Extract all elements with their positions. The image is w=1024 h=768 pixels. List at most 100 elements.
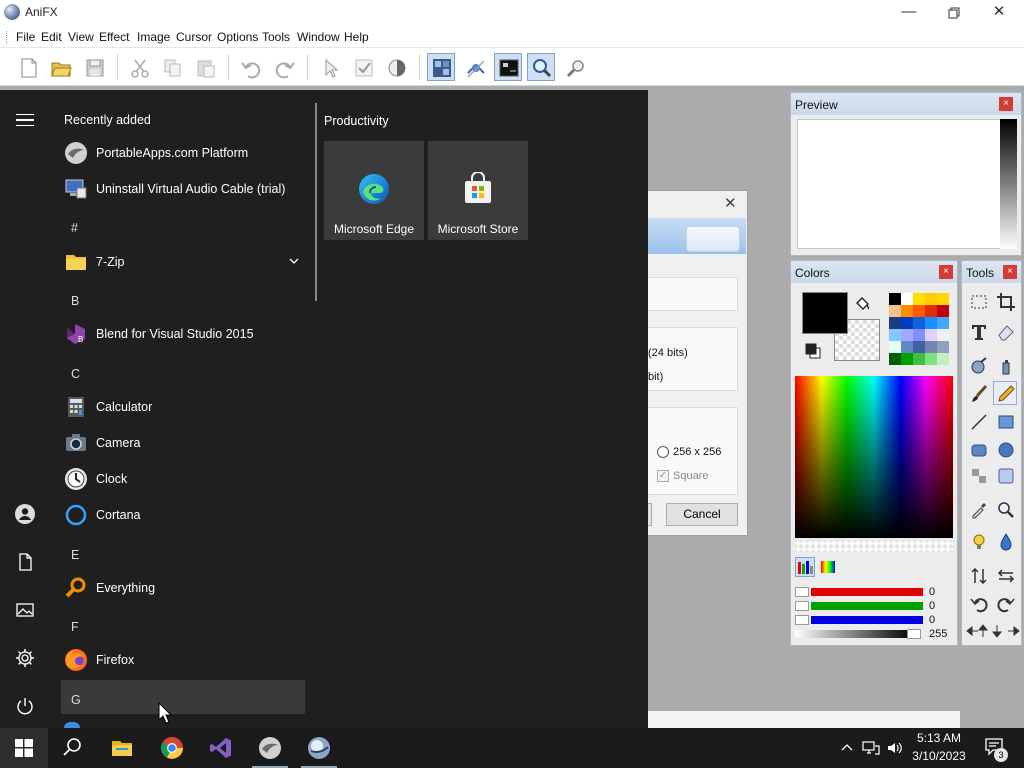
chevron-up-icon[interactable] <box>840 741 854 755</box>
letter-c[interactable]: C <box>71 367 80 381</box>
flip-horizontal-tool[interactable] <box>993 563 1017 587</box>
rect-select-tool[interactable] <box>966 289 990 313</box>
settings-gear-icon[interactable] <box>14 647 36 669</box>
zoom-button[interactable] <box>527 53 555 81</box>
tools-close-icon[interactable]: × <box>1003 265 1017 279</box>
menu-edit[interactable]: Edit <box>41 30 62 44</box>
move-arrows-icon[interactable] <box>965 623 1021 639</box>
start-menu-scrollbar[interactable] <box>315 103 317 301</box>
spray-tool[interactable] <box>993 353 1017 377</box>
rotate-left-tool[interactable] <box>966 591 990 615</box>
blue-slider[interactable] <box>795 615 923 625</box>
letter-f[interactable]: F <box>71 620 79 634</box>
paint-bucket-icon[interactable] <box>853 295 871 313</box>
tile-microsoft-store[interactable]: Microsoft Store <box>428 141 528 240</box>
menu-options[interactable]: Options <box>217 30 258 44</box>
anifx-taskbar-button[interactable] <box>295 728 343 768</box>
hotspot-button[interactable] <box>315 53 343 81</box>
menu-help[interactable]: Help <box>344 30 369 44</box>
options-button[interactable] <box>561 53 589 81</box>
alpha-strip[interactable] <box>795 540 953 552</box>
transparency-button[interactable] <box>382 53 410 81</box>
alpha-slider-knob[interactable] <box>907 629 921 639</box>
documents-icon[interactable] <box>14 551 36 573</box>
power-icon[interactable] <box>14 695 36 717</box>
cancel-button[interactable]: Cancel <box>666 503 738 526</box>
dialog-banner-button[interactable] <box>686 226 740 252</box>
new-file-button[interactable] <box>14 53 42 81</box>
start-button[interactable] <box>0 728 48 768</box>
visual-studio-taskbar-button[interactable] <box>197 728 245 768</box>
app-uninstall-vac[interactable]: Uninstall Virtual Audio Cable (trial) <box>60 172 306 206</box>
alpha-slider[interactable] <box>795 629 923 639</box>
size-256-radio[interactable] <box>657 446 669 458</box>
menu-effect[interactable]: Effect <box>99 30 129 44</box>
letter-g-row[interactable] <box>61 680 305 714</box>
ok-button[interactable] <box>648 503 652 526</box>
menu-tools[interactable]: Tools <box>262 30 290 44</box>
color-spectrum-picker[interactable] <box>795 376 953 538</box>
grid-view-button[interactable] <box>427 53 455 81</box>
pencil-tool[interactable] <box>993 381 1017 405</box>
flip-vertical-tool[interactable] <box>966 563 990 587</box>
app-cortana[interactable]: Cortana <box>60 498 306 532</box>
green-slider-knob[interactable] <box>795 601 809 611</box>
app-firefox[interactable]: Firefox <box>60 643 306 677</box>
menu-view[interactable]: View <box>68 30 94 44</box>
clock-date[interactable]: 3/10/2023 <box>896 749 982 763</box>
search-taskbar-button[interactable] <box>48 728 96 768</box>
eraser-tool[interactable] <box>993 319 1017 343</box>
ellipse-tool[interactable] <box>993 437 1017 461</box>
app-camera[interactable]: Camera <box>60 426 306 460</box>
crop-tool[interactable] <box>993 289 1017 313</box>
network-icon[interactable] <box>862 740 880 756</box>
preview-button[interactable] <box>461 53 489 81</box>
redo-button[interactable] <box>270 53 298 81</box>
preview-close-icon[interactable]: × <box>999 97 1013 111</box>
hint-tool[interactable] <box>966 529 990 553</box>
save-button[interactable] <box>80 53 108 81</box>
hsv-mode-button[interactable] <box>818 557 838 577</box>
green-slider[interactable] <box>795 601 923 611</box>
letter-g[interactable]: G <box>71 693 81 707</box>
rounded-rect-tool[interactable] <box>966 437 990 461</box>
open-file-button[interactable] <box>46 53 74 81</box>
background-button[interactable] <box>494 53 522 81</box>
letter-e[interactable]: E <box>71 548 79 562</box>
app-portableapps[interactable]: PortableApps.com Platform <box>60 136 306 170</box>
dialog-close-icon[interactable]: ✕ <box>724 194 737 212</box>
chevron-down-icon[interactable] <box>288 255 300 267</box>
menu-window[interactable]: Window <box>297 30 340 44</box>
colors-close-icon[interactable]: × <box>939 265 953 279</box>
eyedropper-tool[interactable] <box>966 497 990 521</box>
square-checkbox[interactable]: ✓ <box>657 470 669 482</box>
undo-button[interactable] <box>236 53 264 81</box>
app-everything[interactable]: Everything <box>60 571 306 605</box>
restore-button[interactable] <box>931 0 977 26</box>
menu-image[interactable]: Image <box>137 30 170 44</box>
pictures-icon[interactable] <box>14 599 36 621</box>
check-button[interactable] <box>349 53 377 81</box>
rgb-mode-button[interactable] <box>795 557 815 577</box>
red-slider-knob[interactable] <box>795 587 809 597</box>
portableapps-taskbar-button[interactable] <box>246 728 294 768</box>
fill-tool[interactable] <box>993 529 1017 553</box>
menu-file[interactable]: File <box>16 30 35 44</box>
zoom-tool[interactable] <box>993 497 1017 521</box>
tile-microsoft-edge[interactable]: Microsoft Edge <box>324 141 424 240</box>
letter-hash[interactable]: # <box>71 221 78 235</box>
brush-tool[interactable] <box>966 381 990 405</box>
gradient-tool[interactable] <box>993 463 1017 487</box>
copy-button[interactable] <box>158 53 186 81</box>
pattern-tool[interactable] <box>966 463 990 487</box>
app-blend[interactable]: B Blend for Visual Studio 2015 <box>60 317 306 351</box>
file-explorer-taskbar-button[interactable] <box>98 728 146 768</box>
color-palette[interactable] <box>889 293 949 365</box>
reset-colors-icon[interactable] <box>805 343 821 359</box>
letter-b[interactable]: B <box>71 294 79 308</box>
minimize-button[interactable]: — <box>886 0 932 26</box>
rotate-right-tool[interactable] <box>993 591 1017 615</box>
user-account-icon[interactable] <box>14 503 36 525</box>
close-window-button[interactable]: ✕ <box>976 0 1022 26</box>
hamburger-menu-icon[interactable] <box>16 114 34 126</box>
